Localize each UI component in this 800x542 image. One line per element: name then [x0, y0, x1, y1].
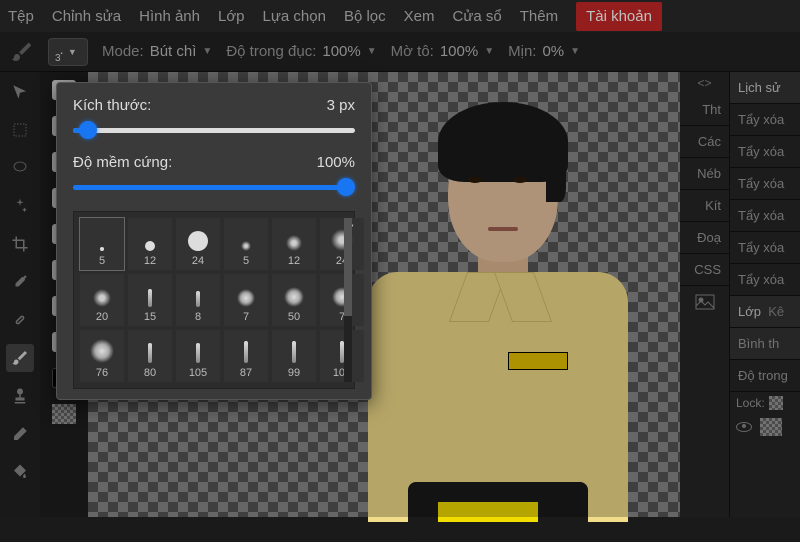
brush-preset[interactable]: 12	[128, 218, 172, 270]
brush-preset[interactable]: 12	[272, 218, 316, 270]
move-tool[interactable]	[6, 78, 34, 106]
history-item[interactable]: Tẩy xóa	[730, 200, 800, 232]
history-item[interactable]: Tẩy xóa	[730, 136, 800, 168]
brush-preset[interactable]: 105	[176, 330, 220, 382]
tab-channels[interactable]: Kê	[768, 304, 784, 319]
history-item[interactable]: Tẩy xóa	[730, 264, 800, 296]
smoothing-control[interactable]: Mịn: 0% ▼	[508, 43, 580, 60]
presets-scrollbar[interactable]	[344, 218, 352, 382]
menu-select[interactable]: Lựa chọn	[263, 8, 326, 25]
size-slider[interactable]	[73, 120, 355, 140]
brush-preset[interactable]: 7	[320, 274, 364, 326]
menu-image[interactable]: Hình ảnh	[139, 8, 200, 25]
panel-tab[interactable]: Các	[680, 126, 729, 158]
history-panel-header[interactable]: Lịch sử	[730, 72, 800, 104]
brush-preset[interactable]: 5	[80, 218, 124, 270]
menu-more[interactable]: Thêm	[520, 8, 558, 25]
brush-preset[interactable]: 87	[224, 330, 268, 382]
image-icon[interactable]	[680, 286, 729, 318]
brush-preset[interactable]: 15	[128, 274, 172, 326]
hardness-value[interactable]: 100%	[275, 154, 355, 171]
chevron-down-icon: ▼	[484, 46, 494, 57]
brush-preset[interactable]: 99	[272, 330, 316, 382]
flow-control[interactable]: Mờ tô: 100% ▼	[391, 43, 494, 60]
menu-layer[interactable]: Lớp	[218, 8, 245, 25]
size-unit: px	[339, 97, 355, 114]
brush-settings-popup: Kích thước: 3 px Độ mềm cứng: 100% 51224…	[56, 82, 372, 400]
menu-account[interactable]: Tài khoản	[576, 2, 662, 31]
collapse-icon[interactable]: <>	[680, 72, 729, 94]
tab-layers[interactable]: Lớp	[738, 304, 761, 319]
stamp-tool[interactable]	[6, 382, 34, 410]
brush-preset[interactable]: 100	[320, 330, 364, 382]
brush-preset[interactable]: 8	[176, 274, 220, 326]
brush-preset[interactable]: 80	[128, 330, 172, 382]
hardness-slider[interactable]	[73, 177, 355, 197]
mode-select[interactable]: Mode: Bút chì ▼	[102, 43, 212, 60]
brush-preset[interactable]: 7	[224, 274, 268, 326]
wand-tool[interactable]	[6, 192, 34, 220]
menu-bar: Tệp Chỉnh sửa Hình ảnh Lớp Lựa chọn Bộ l…	[0, 0, 800, 32]
brush-preset[interactable]: 20	[80, 274, 124, 326]
chevron-down-icon: ▼	[202, 46, 212, 57]
brush-preset[interactable]: 76	[80, 330, 124, 382]
brush-tool[interactable]	[6, 344, 34, 372]
brush-presets-grid: 512245122420158750776801058799100	[80, 218, 348, 382]
crop-tool[interactable]	[6, 230, 34, 258]
lasso-tool[interactable]	[6, 154, 34, 182]
brush-preset[interactable]: 5	[224, 218, 268, 270]
marquee-tool[interactable]	[6, 116, 34, 144]
size-value[interactable]: 3	[327, 97, 335, 114]
eraser-tool[interactable]	[6, 420, 34, 448]
lock-controls[interactable]: Lock:	[730, 392, 800, 414]
brush-tool-icon	[10, 40, 34, 64]
layer-thumbnail	[760, 418, 782, 436]
menu-file[interactable]: Tệp	[8, 8, 34, 25]
layer-row[interactable]	[730, 414, 800, 440]
history-item[interactable]: Tẩy xóa	[730, 168, 800, 200]
options-bar: · 3 ▼ Mode: Bút chì ▼ Độ trong đục: 100%…	[0, 32, 800, 72]
blend-mode-select[interactable]: Bình th	[730, 328, 800, 360]
tool-palette	[0, 72, 40, 517]
chevron-down-icon: ▼	[570, 46, 580, 57]
panel-tab[interactable]: Kít	[680, 190, 729, 222]
menu-filter[interactable]: Bộ lọc	[344, 8, 386, 25]
right-panels: <> Tht Các Néb Kít Đoạ CSS Lịch sử Tẩy x…	[680, 72, 800, 517]
history-item[interactable]: Tẩy xóa	[730, 232, 800, 264]
brush-size-dropdown[interactable]: · 3 ▼	[48, 38, 88, 66]
lock-transparency-icon[interactable]	[769, 396, 783, 410]
hardness-label: Độ mềm cứng:	[73, 154, 172, 171]
brush-preset[interactable]: 24	[176, 218, 220, 270]
layers-panel-tabs: Lớp Kê	[730, 296, 800, 328]
chevron-down-icon: ▼	[68, 47, 77, 57]
heal-tool[interactable]	[6, 306, 34, 334]
brush-preset[interactable]: 24	[320, 218, 364, 270]
opacity-control[interactable]: Độ trong đục: 100% ▼	[226, 43, 376, 60]
menu-window[interactable]: Cửa sổ	[453, 8, 502, 25]
panel-tab[interactable]: CSS	[680, 254, 729, 286]
panel-tab[interactable]: Néb	[680, 158, 729, 190]
eyedropper-tool[interactable]	[6, 268, 34, 296]
brush-size-value: 3	[55, 53, 61, 64]
panel-tab[interactable]: Đoạ	[680, 222, 729, 254]
preset-thumb[interactable]	[52, 404, 76, 424]
image-content	[348, 102, 628, 522]
history-item[interactable]: Tẩy xóa	[730, 104, 800, 136]
menu-edit[interactable]: Chỉnh sửa	[52, 8, 121, 25]
chevron-down-icon: ▼	[367, 46, 377, 57]
panel-tab[interactable]: Tht	[680, 94, 729, 126]
visibility-icon[interactable]	[736, 422, 752, 432]
size-label: Kích thước:	[73, 97, 151, 114]
brush-preset[interactable]: 50	[272, 274, 316, 326]
menu-view[interactable]: Xem	[404, 8, 435, 25]
bucket-tool[interactable]	[6, 458, 34, 486]
layer-opacity[interactable]: Độ trong	[730, 360, 800, 392]
